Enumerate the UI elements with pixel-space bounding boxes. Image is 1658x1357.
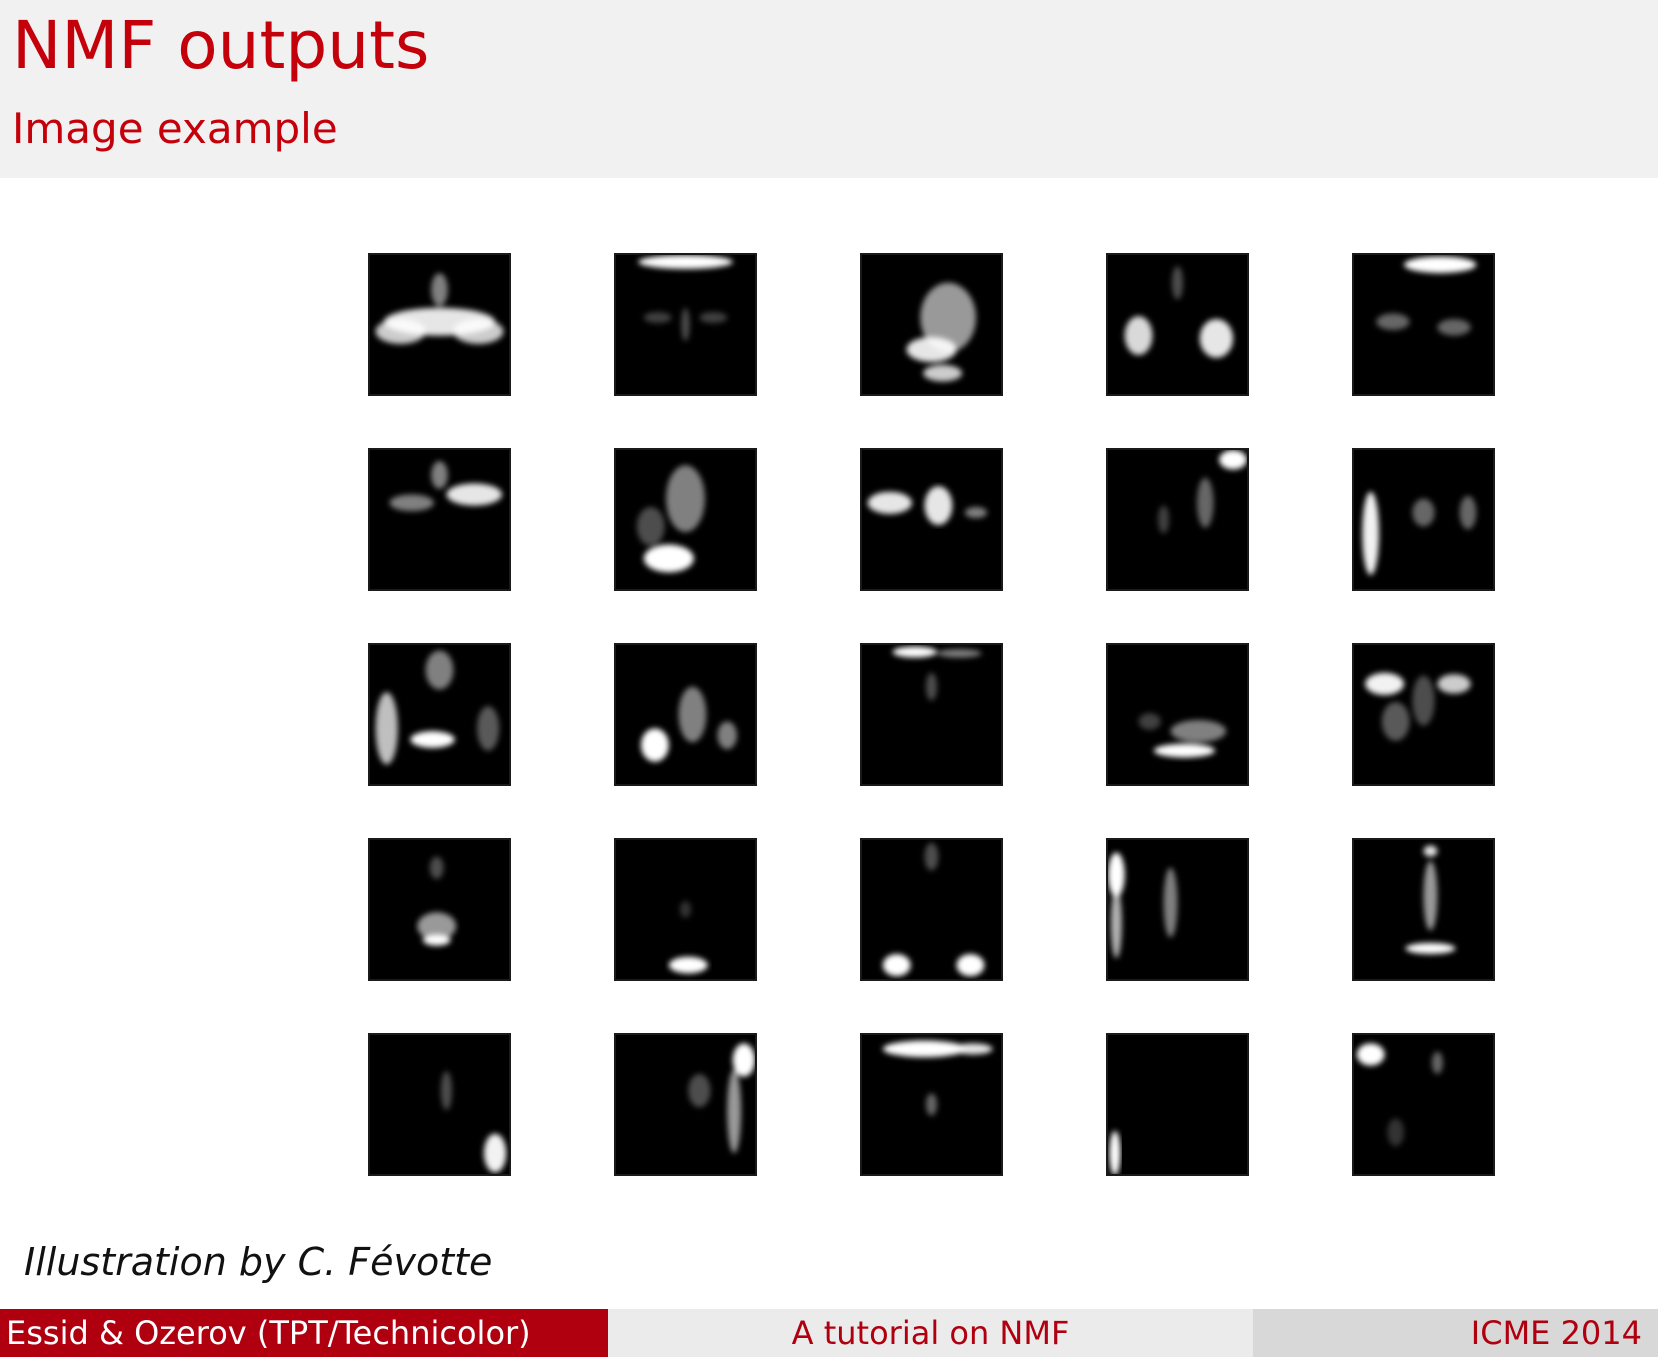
- basis-image: [860, 448, 1003, 591]
- basis-image: [1106, 838, 1249, 981]
- basis-image: [368, 838, 511, 981]
- footer-talk-title: A tutorial on NMF: [608, 1309, 1253, 1357]
- basis-image: [368, 253, 511, 396]
- basis-image: [614, 838, 757, 981]
- basis-image: [614, 253, 757, 396]
- footer-conference: ICME 2014: [1253, 1309, 1658, 1357]
- basis-image: [1106, 643, 1249, 786]
- basis-image: [860, 838, 1003, 981]
- basis-image: [368, 448, 511, 591]
- footer-authors: Essid & Ozerov (TPT/Technicolor): [0, 1309, 608, 1357]
- slide-subtitle: Image example: [12, 104, 338, 153]
- basis-image: [1106, 1033, 1249, 1176]
- basis-image: [860, 253, 1003, 396]
- illustration-credit: Illustration by C. Févotte: [24, 1240, 493, 1284]
- basis-image: [1352, 1033, 1495, 1176]
- nmf-basis-image-grid: [368, 253, 1495, 1176]
- basis-image: [1352, 448, 1495, 591]
- basis-image: [614, 643, 757, 786]
- slide-title: NMF outputs: [12, 7, 430, 84]
- slide-header: NMF outputs Image example: [0, 0, 1658, 178]
- basis-image: [1106, 448, 1249, 591]
- basis-image: [860, 1033, 1003, 1176]
- basis-image: [1352, 643, 1495, 786]
- basis-image: [614, 448, 757, 591]
- slide-footer: Essid & Ozerov (TPT/Technicolor) A tutor…: [0, 1309, 1658, 1357]
- basis-image: [860, 643, 1003, 786]
- basis-image: [614, 1033, 757, 1176]
- basis-image: [1352, 838, 1495, 981]
- basis-image: [368, 1033, 511, 1176]
- basis-image: [1352, 253, 1495, 396]
- basis-image: [1106, 253, 1249, 396]
- basis-image: [368, 643, 511, 786]
